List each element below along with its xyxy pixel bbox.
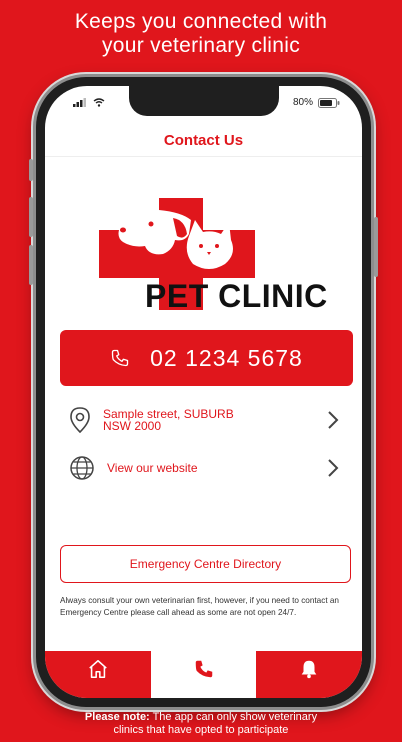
phone-mute-switch — [29, 159, 33, 181]
phone-mockup: 80% Contact Us PET CLINIC 02 1234 5678 S… — [29, 77, 378, 707]
globe-icon — [70, 456, 94, 480]
promo-footnote: Please note: The app can only show veter… — [0, 711, 402, 737]
phone-volume-up — [29, 197, 33, 237]
phone-volume-down — [29, 245, 33, 285]
phone-icon — [195, 660, 212, 678]
location-pin-icon — [70, 407, 90, 434]
chevron-right-icon — [328, 411, 339, 429]
chevron-right-icon — [328, 459, 339, 477]
promo-footnote-bold: Please note: — [84, 711, 150, 723]
clinic-phone-number: 02 1234 5678 — [150, 344, 303, 371]
phone-power-button — [374, 217, 378, 277]
website-row[interactable]: View our website — [69, 455, 339, 481]
battery-icon — [318, 97, 340, 108]
emergency-directory-button[interactable]: Emergency Centre Directory — [60, 545, 351, 583]
promo-footnote-line1: Please note: The app can only show veter… — [0, 711, 402, 724]
emergency-disclaimer: Always consult your own veterinarian fir… — [60, 596, 339, 617]
phone-icon — [111, 349, 129, 367]
bottom-tab-bar — [45, 651, 362, 698]
promo-headline-line2: your veterinary clinic — [102, 34, 300, 57]
call-clinic-button[interactable]: 02 1234 5678 — [60, 330, 353, 386]
logo-text: PET CLINIC — [145, 278, 328, 314]
address-line2: NSW 2000 — [103, 419, 162, 433]
tab-home[interactable] — [45, 651, 151, 698]
promo-headline: Keeps you connected with your veterinary… — [0, 10, 402, 58]
status-bar-right: 80% — [293, 97, 340, 108]
address-text: Sample street, SUBURB NSW 2000 — [103, 408, 327, 432]
signal-icon — [73, 98, 86, 107]
wifi-icon — [93, 98, 105, 107]
phone-notch — [129, 86, 279, 116]
address-row[interactable]: Sample street, SUBURB NSW 2000 — [69, 406, 339, 434]
status-bar-left — [73, 98, 105, 107]
promo-footnote-line2: clinics that have opted to participate — [113, 724, 289, 736]
tab-notifications[interactable] — [256, 651, 362, 698]
home-icon — [89, 659, 107, 679]
website-link: View our website — [107, 461, 198, 475]
battery-percent: 80% — [292, 97, 313, 108]
header-divider — [45, 156, 362, 157]
promo-headline-line1: Keeps you connected with — [74, 10, 328, 33]
screen-title: Contact Us — [163, 132, 244, 149]
promo-footnote-rest: The app can only show veterinary — [149, 711, 318, 723]
app-screen: 80% Contact Us PET CLINIC 02 1234 5678 S… — [45, 86, 362, 698]
tab-contact[interactable] — [150, 651, 257, 698]
bell-icon — [301, 660, 317, 679]
